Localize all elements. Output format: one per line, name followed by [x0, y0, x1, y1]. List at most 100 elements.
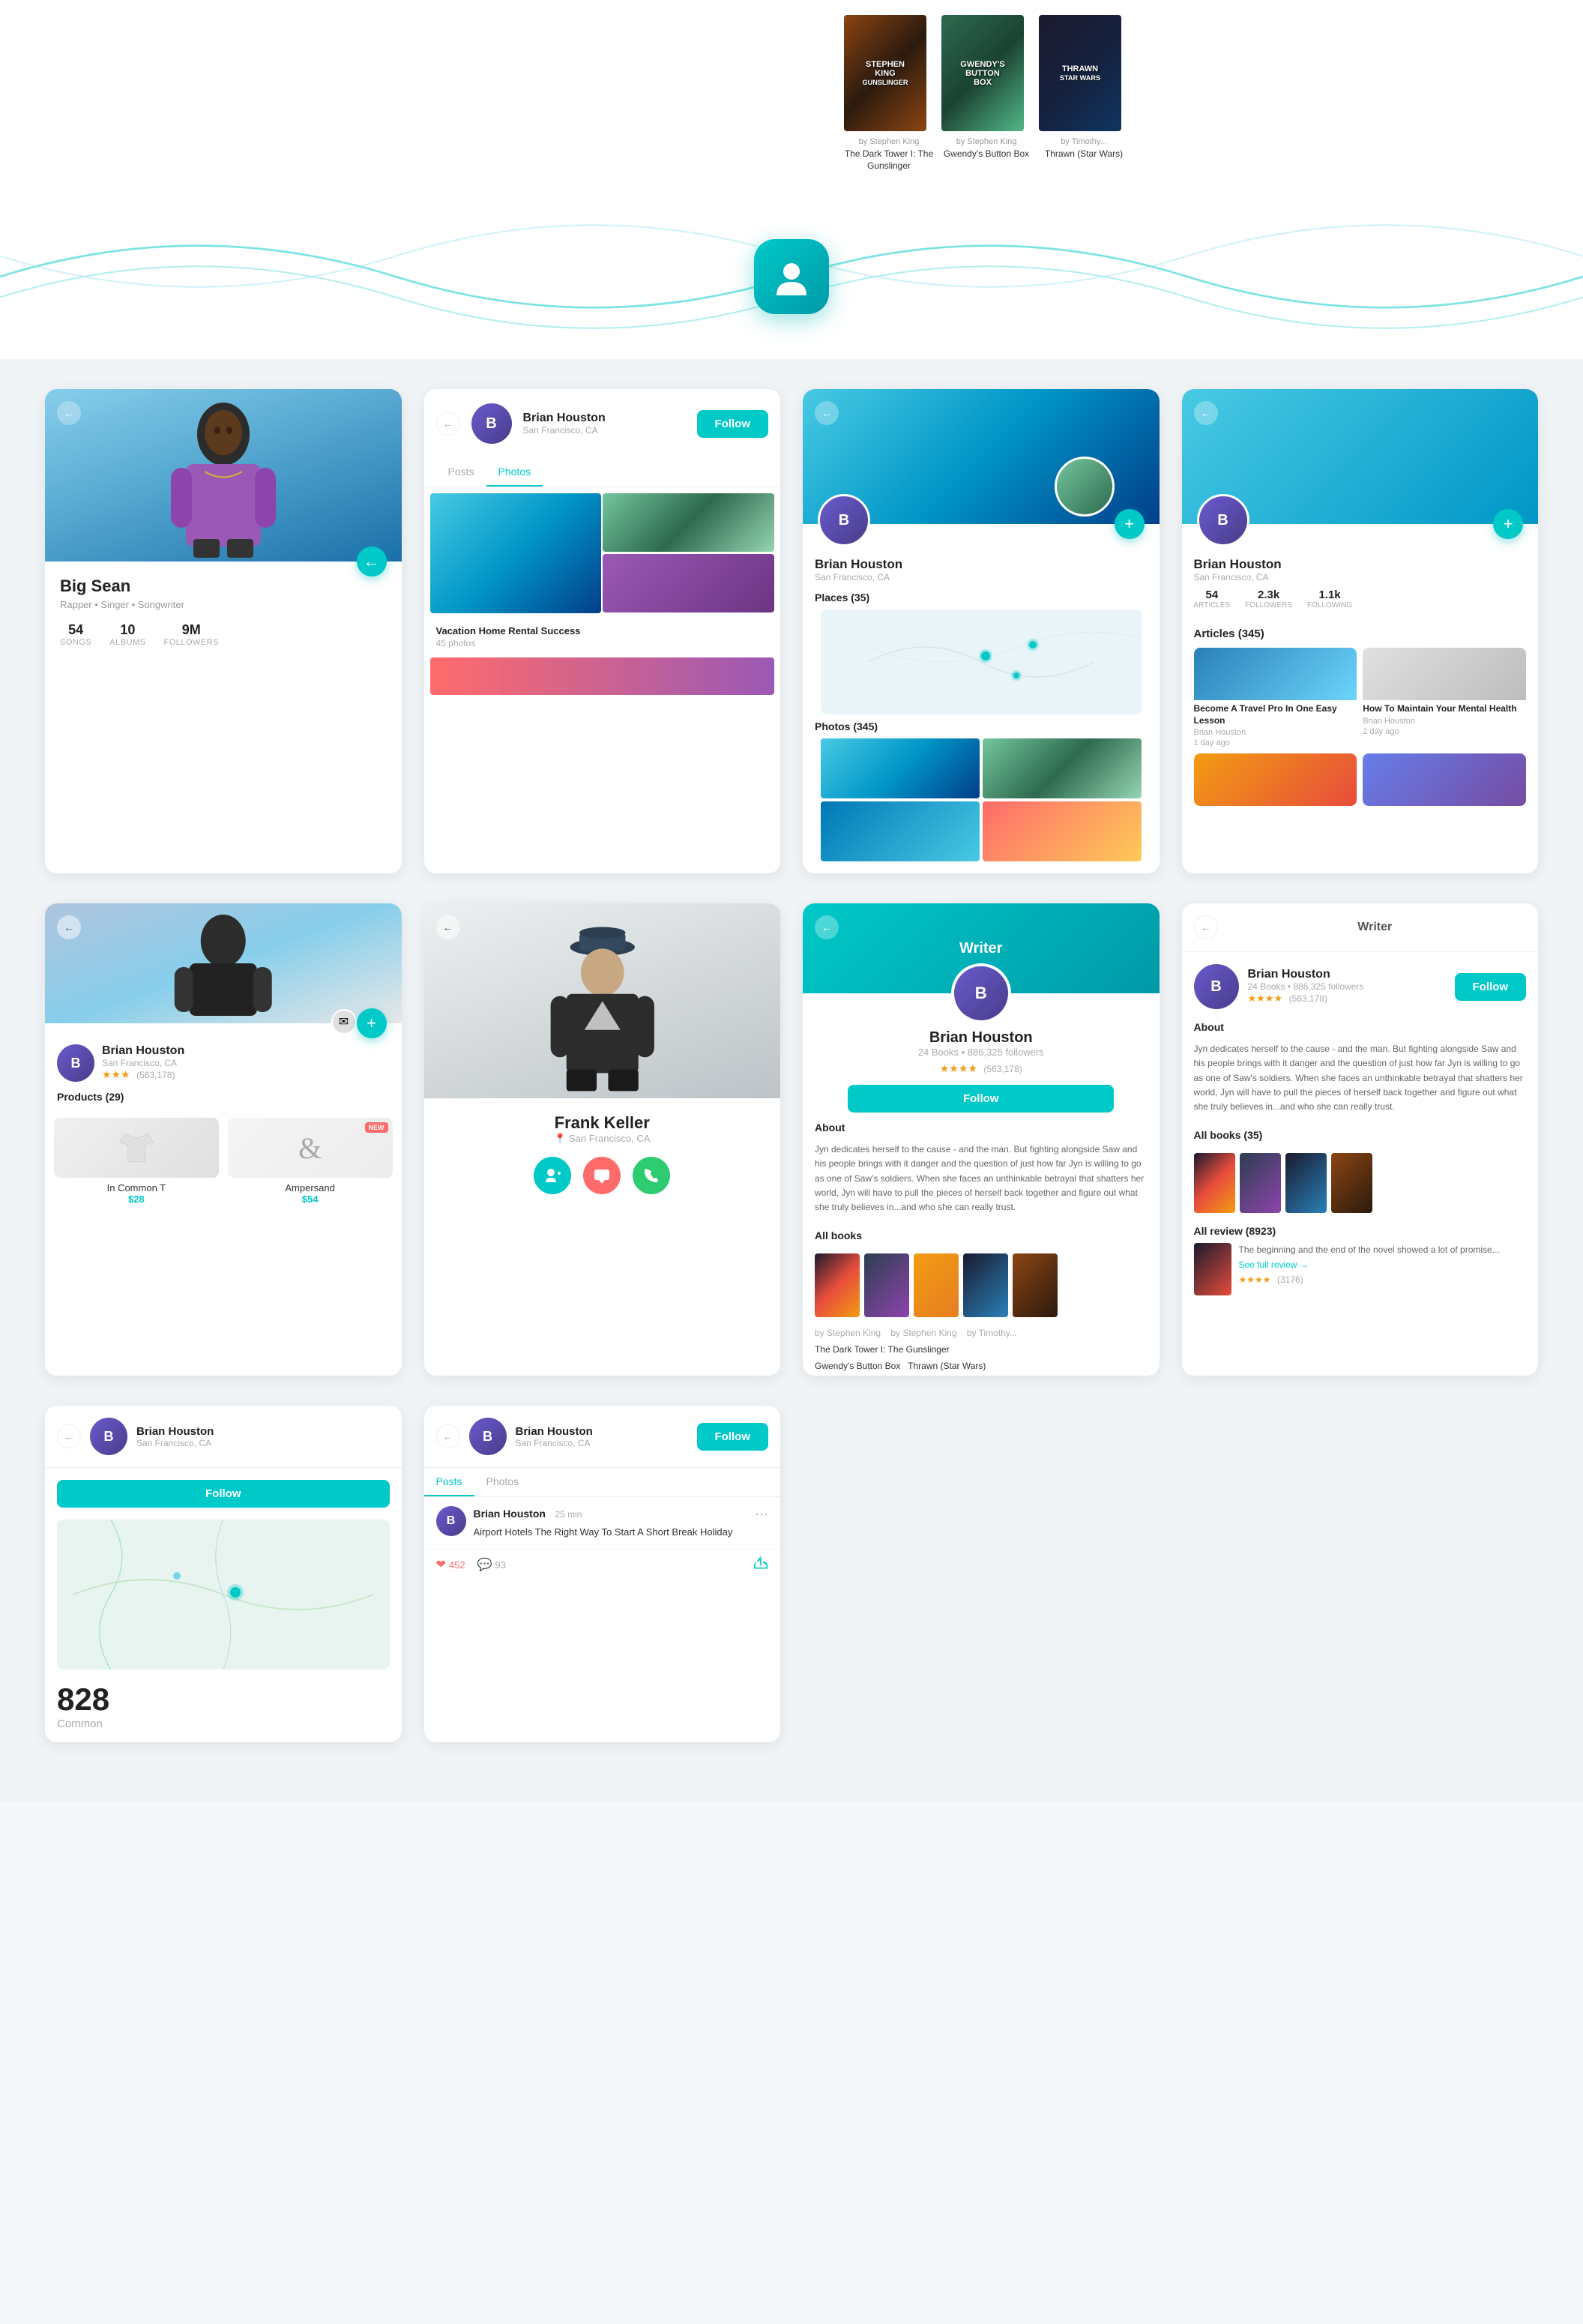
follow-button[interactable]: Follow [697, 1423, 769, 1451]
book-gwendy[interactable]: GWENDY'SBUTTONBOX by Stephen King Gwendy… [941, 15, 1031, 160]
photo-cell-mountains[interactable] [603, 493, 774, 552]
mini-book-4[interactable] [963, 1253, 1008, 1317]
empty-card-1 [803, 1406, 1160, 1742]
back-button[interactable]: ← [57, 401, 81, 425]
books-info: 24 Books • 886,325 followers [815, 1047, 1148, 1058]
back-button[interactable]: ← [436, 1424, 460, 1448]
book-thrawn[interactable]: THRAWNSTAR WARS by Timothy... Thrawn (St… [1039, 15, 1129, 160]
photo-cell-person[interactable] [603, 554, 774, 612]
like-action[interactable]: ❤ 452 [436, 1557, 465, 1572]
back-button[interactable]: ← [57, 1424, 81, 1448]
photo-strip[interactable] [430, 657, 775, 695]
tab-row: Posts Photos [424, 458, 781, 487]
post-item: B Brian Houston 25 min ··· Airport Hotel… [424, 1497, 781, 1549]
mini-book-4[interactable] [1331, 1153, 1372, 1213]
review-text: The beginning and the end of the novel s… [1239, 1243, 1527, 1256]
follow-button[interactable]: Follow [1455, 973, 1527, 1001]
photo-cell-4[interactable] [983, 801, 1142, 861]
review-book-thumb[interactable] [1194, 1243, 1231, 1295]
writer-info: Brian Houston 24 Books • 886,325 followe… [803, 1029, 1160, 1113]
tab-photos[interactable]: Photos [486, 458, 543, 487]
location: San Francisco, CA [523, 425, 688, 436]
follow-button[interactable]: Follow [697, 410, 769, 438]
card-body: Big Sean Rapper • Singer • Songwriter 54… [45, 562, 402, 659]
card-houston-map: ← + B Brian Houston San Francisco, CA Pl… [803, 389, 1160, 873]
plus-button[interactable]: ← [357, 547, 387, 577]
all-review-label: All review (8923) [1182, 1219, 1539, 1243]
photo-cell-1[interactable] [821, 738, 980, 798]
add-friend-button[interactable] [534, 1157, 571, 1194]
mini-book-1[interactable] [1194, 1153, 1235, 1213]
plus-button[interactable]: + [357, 1008, 387, 1038]
article-2[interactable]: How To Maintain Your Mental Health Brian… [1363, 648, 1526, 747]
card-big-sean: ← ← Big Sean Rapper • Singer • Songwrite… [45, 389, 402, 873]
person-name: Brian Houston [815, 557, 1148, 572]
person-name: Frank Keller [439, 1113, 766, 1133]
product-ampersand[interactable]: & NEW Ampersand $54 [228, 1118, 393, 1205]
card-houston-photos: ← B Brian Houston San Francisco, CA Foll… [424, 389, 781, 873]
article-time-1: 1 day ago [1194, 738, 1357, 747]
products-grid: In Common T $28 & NEW Ampersand $54 [45, 1109, 402, 1214]
follow-button[interactable]: Follow [57, 1480, 390, 1508]
article-4[interactable] [1363, 753, 1526, 806]
photos-grid [424, 487, 781, 619]
comment-action[interactable]: 💬 93 [477, 1557, 506, 1572]
back-button[interactable]: ← [436, 915, 460, 939]
see-full-review-link[interactable]: See full review → [1239, 1259, 1527, 1270]
post-actions: ❤ 452 💬 93 [424, 1549, 781, 1580]
card-writer-detail: ← Writer B Brian Houston 24 Books • 886,… [1182, 903, 1539, 1376]
photos-section-grid [821, 738, 1142, 861]
tab-posts[interactable]: Posts [436, 458, 486, 487]
photo-cell-3[interactable] [821, 801, 980, 861]
all-books-label: All books (35) [1182, 1123, 1539, 1147]
mini-book-2[interactable] [864, 1253, 909, 1317]
rating-count: (563,178) [136, 1070, 175, 1080]
article-thumb-4 [1363, 753, 1526, 806]
rating-count: (563,178) [1289, 993, 1327, 1004]
photos-label: Photos (345) [815, 720, 1148, 732]
article-title-1: Become A Travel Pro In One Easy Lesson [1194, 703, 1357, 726]
writer-detail-header: ← Writer [1182, 903, 1539, 952]
follow-button[interactable]: Follow [848, 1085, 1114, 1113]
back-button[interactable]: ← [1194, 915, 1218, 939]
back-button[interactable]: ← [1194, 401, 1218, 425]
article-1[interactable]: Become A Travel Pro In One Easy Lesson B… [1194, 648, 1357, 747]
card-header: ← + B [1182, 389, 1539, 524]
plus-button[interactable]: + [1115, 509, 1145, 539]
tab-posts[interactable]: Posts [424, 1468, 474, 1496]
call-button[interactable] [633, 1157, 670, 1194]
photo-cell-2[interactable] [983, 738, 1142, 798]
stat-label: SONGS [60, 638, 91, 647]
dots-menu[interactable]: ··· [755, 1506, 768, 1522]
book-gunslinger[interactable]: STEPHENKINGGUNSLINGER by Stephen King Th… [844, 15, 934, 172]
profile-icon-bubble[interactable] [754, 239, 829, 314]
book-title: The Dark Tower I: The Gunslinger [844, 148, 934, 172]
back-button[interactable]: ← [815, 401, 839, 425]
photo-cell-aerial[interactable] [430, 493, 602, 613]
person-name: Brian Houston [102, 1044, 184, 1058]
person-name: Brian Houston [1194, 557, 1527, 572]
share-action[interactable] [753, 1556, 768, 1574]
article-3[interactable] [1194, 753, 1357, 806]
mini-book-3[interactable] [914, 1253, 959, 1317]
mini-book-3[interactable] [1285, 1153, 1327, 1213]
frank-actions [439, 1157, 766, 1194]
card-header: ← ✉ + [45, 903, 402, 1023]
article-thumb-3 [1194, 753, 1357, 806]
stat-value: 9M [163, 622, 219, 638]
tab-row: Posts Photos [424, 1468, 781, 1497]
mini-book-5[interactable] [1013, 1253, 1058, 1317]
book-author: by Stephen King [844, 137, 934, 146]
tab-photos[interactable]: Photos [474, 1468, 531, 1496]
back-button[interactable]: ← [815, 915, 839, 939]
map-section[interactable] [821, 609, 1142, 714]
mini-book-1[interactable] [815, 1253, 860, 1317]
card-writer-mobile: ← Writer B Brian Houston 24 Books • 886,… [803, 903, 1160, 1376]
plus-button[interactable]: + [1493, 509, 1523, 539]
mail-icon[interactable]: ✉ [331, 1009, 357, 1035]
message-button[interactable] [583, 1157, 621, 1194]
mini-book-2[interactable] [1240, 1153, 1281, 1213]
product-tshirt[interactable]: In Common T $28 [54, 1118, 219, 1205]
map-large[interactable] [57, 1520, 390, 1670]
back-button[interactable]: ← [436, 412, 460, 436]
